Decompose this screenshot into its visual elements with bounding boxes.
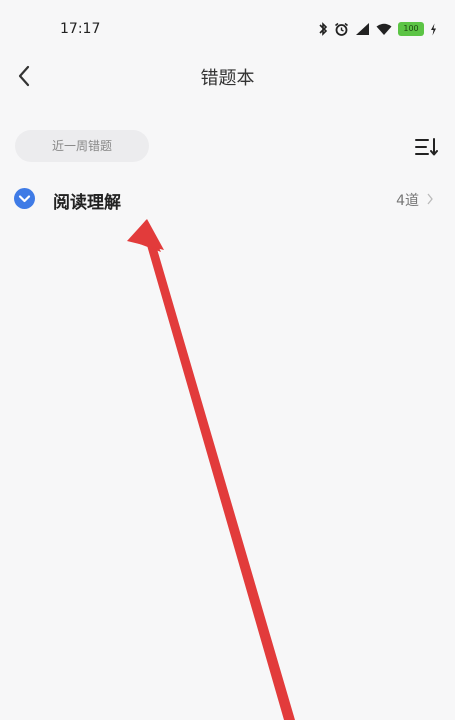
chevron-right-icon	[427, 193, 433, 205]
sort-icon	[415, 138, 438, 156]
list-item-count: 4道	[396, 193, 419, 209]
wifi-icon	[376, 23, 392, 35]
annotation-arrow	[127, 219, 295, 720]
nav-bar: 错题本	[0, 56, 455, 96]
status-time: 17:17	[60, 21, 101, 37]
alarm-icon	[335, 22, 348, 36]
list-item-label: 阅读理解	[53, 193, 121, 213]
battery-level: 100	[403, 24, 419, 33]
list-item-reading-comprehension[interactable]: 阅读理解 4道	[0, 180, 455, 218]
status-icons: 100	[318, 20, 437, 38]
sort-button[interactable]	[413, 134, 439, 160]
filter-chip-recent-week[interactable]: 近一周错题	[15, 130, 149, 162]
chevron-down-circle-icon[interactable]	[14, 188, 35, 209]
battery-icon: 100	[398, 22, 424, 36]
status-bar: 17:17 100	[0, 0, 455, 56]
charging-icon	[431, 23, 436, 35]
signal-icon	[356, 23, 369, 35]
page-title: 错题本	[200, 68, 255, 89]
bluetooth-icon	[319, 22, 328, 36]
